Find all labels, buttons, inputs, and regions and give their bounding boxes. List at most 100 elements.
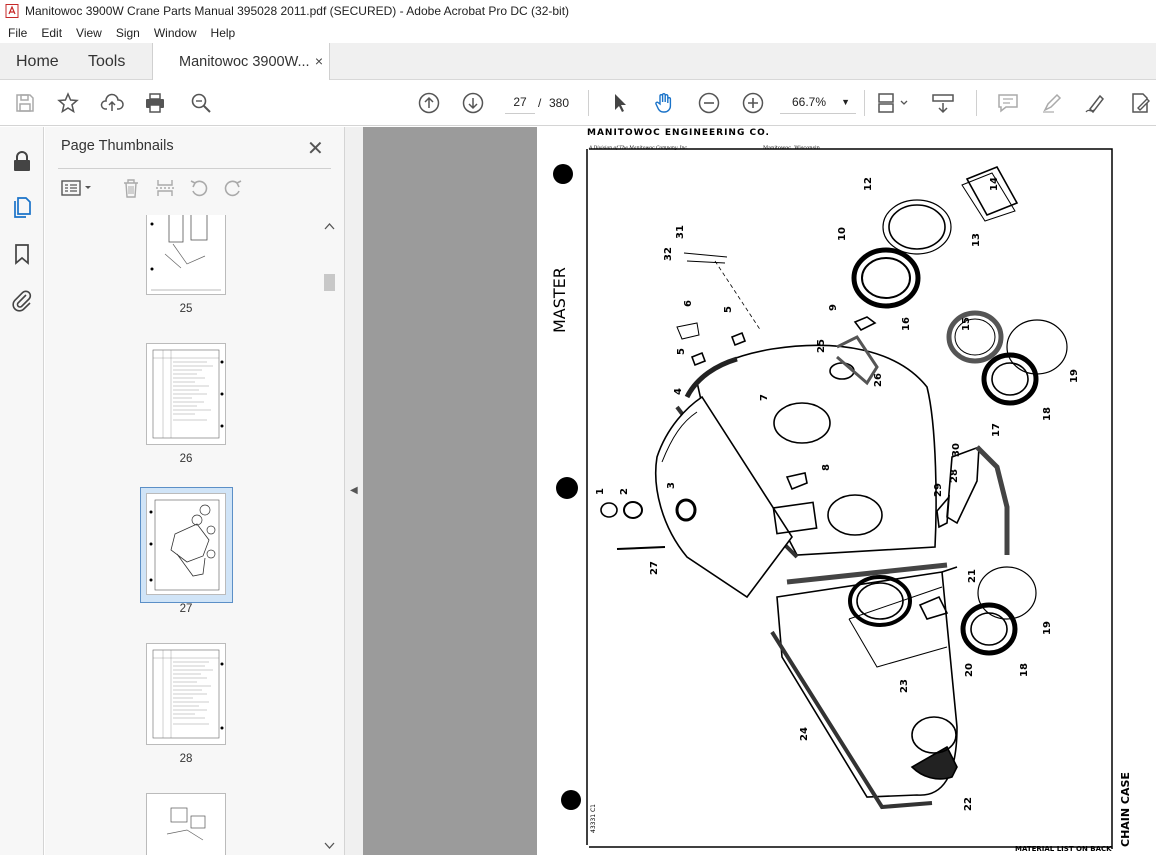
hand-tool-icon[interactable] bbox=[652, 91, 676, 115]
part-callout: 16 bbox=[901, 317, 912, 331]
tab-document[interactable]: Manitowoc 3900W... × bbox=[152, 43, 330, 81]
menu-view[interactable]: View bbox=[69, 26, 109, 40]
thumbnail-label-26: 26 bbox=[179, 453, 193, 465]
part-callout: 12 bbox=[863, 177, 874, 191]
comment-icon[interactable] bbox=[996, 91, 1020, 115]
page-number-input[interactable]: 27 bbox=[505, 90, 535, 114]
part-callout: 14 bbox=[989, 177, 1000, 191]
thumbnail-list: 25 26 27 28 bbox=[45, 215, 325, 855]
tab-tools[interactable]: Tools bbox=[88, 43, 125, 80]
thumbnail-label-28: 28 bbox=[179, 753, 193, 765]
page-display-icon[interactable] bbox=[876, 91, 910, 115]
menu-file[interactable]: File bbox=[0, 26, 34, 40]
panel-title: Page Thumbnails bbox=[61, 138, 174, 154]
doc-footer: MATERIAL LIST ON BACK bbox=[1015, 845, 1112, 853]
part-callout: 2 bbox=[619, 488, 630, 495]
menu-sign[interactable]: Sign bbox=[109, 26, 147, 40]
rotate-left-icon[interactable] bbox=[188, 177, 210, 199]
part-callout: 26 bbox=[873, 373, 884, 387]
page-thumbnails-panel: Page Thumbnails ✕ 25 26 27 28 bbox=[45, 127, 345, 855]
doc-side-label: MASTER bbox=[550, 267, 569, 333]
scroll-down-icon[interactable] bbox=[324, 841, 335, 851]
thumbnail-page-29[interactable] bbox=[146, 793, 226, 855]
acrobat-icon bbox=[5, 4, 19, 18]
part-callout: 22 bbox=[963, 797, 974, 811]
insert-page-icon[interactable] bbox=[154, 177, 176, 199]
doc-figure-label: CHAIN CASE bbox=[1119, 772, 1132, 847]
part-callout: 19 bbox=[1069, 369, 1080, 383]
edit-pdf-icon[interactable] bbox=[1128, 91, 1152, 115]
part-callout: 31 bbox=[675, 225, 686, 239]
scroll-up-icon[interactable] bbox=[324, 221, 335, 231]
part-callout: 7 bbox=[759, 394, 770, 401]
doc-subheader-right: Manitowoc, Wisconsin bbox=[763, 145, 821, 151]
collapse-panel-icon[interactable]: ◀ bbox=[350, 485, 358, 496]
main-toolbar bbox=[0, 80, 1156, 126]
part-callout: 18 bbox=[1019, 663, 1030, 677]
doc-header: MANITOWOC ENGINEERING CO. bbox=[587, 128, 770, 138]
part-callout: 28 bbox=[949, 469, 960, 483]
part-callout: 10 bbox=[837, 227, 848, 241]
select-arrow-icon[interactable] bbox=[608, 91, 632, 115]
menu-edit[interactable]: Edit bbox=[34, 26, 69, 40]
save-icon[interactable] bbox=[13, 91, 37, 115]
window-titlebar: Manitowoc 3900W Crane Parts Manual 39502… bbox=[0, 0, 1156, 22]
thumbnail-options-icon[interactable] bbox=[60, 177, 94, 199]
thumbnail-page-26[interactable] bbox=[146, 343, 226, 445]
print-icon[interactable] bbox=[143, 91, 167, 115]
page-thumbnails-icon[interactable] bbox=[10, 195, 34, 219]
scroll-mode-icon[interactable] bbox=[931, 91, 955, 115]
bookmark-star-icon[interactable] bbox=[56, 91, 80, 115]
thumbnail-label-25: 25 bbox=[179, 303, 193, 315]
zoom-out-icon[interactable] bbox=[697, 91, 721, 115]
left-rail bbox=[0, 127, 44, 855]
panel-splitter[interactable]: ◀ bbox=[345, 127, 363, 855]
tab-bar: Home Tools Manitowoc 3900W... × bbox=[0, 43, 1156, 81]
part-callout: 6 bbox=[683, 300, 694, 307]
find-zoom-icon[interactable] bbox=[189, 91, 213, 115]
thumbnail-page-25[interactable] bbox=[146, 215, 226, 295]
part-callout: 1 bbox=[595, 488, 606, 495]
close-icon[interactable]: ✕ bbox=[307, 136, 324, 161]
pdf-page: MANITOWOC ENGINEERING CO. A Division of … bbox=[537, 127, 1156, 855]
attachment-icon[interactable] bbox=[10, 288, 34, 312]
sign-icon[interactable] bbox=[1084, 91, 1108, 115]
part-callout: 32 bbox=[663, 247, 674, 261]
upload-icon[interactable] bbox=[100, 91, 124, 115]
page-separator: / bbox=[538, 96, 542, 110]
part-callout: 21 bbox=[967, 569, 978, 583]
part-callout: 23 bbox=[899, 679, 910, 693]
page-down-icon[interactable] bbox=[461, 91, 485, 115]
part-callout: 3 bbox=[666, 482, 677, 489]
chevron-down-icon: ▼ bbox=[841, 97, 850, 107]
zoom-select[interactable]: 66.7% ▼ bbox=[780, 90, 856, 114]
part-callout: 15 bbox=[961, 317, 972, 331]
part-callout: 20 bbox=[964, 663, 975, 677]
zoom-in-icon[interactable] bbox=[741, 91, 765, 115]
delete-page-icon[interactable] bbox=[120, 177, 142, 199]
rotate-right-icon[interactable] bbox=[222, 177, 244, 199]
parts-diagram: MANITOWOC ENGINEERING CO. A Division of … bbox=[550, 128, 1132, 853]
part-callout: 25 bbox=[816, 339, 827, 353]
bookmark-icon[interactable] bbox=[10, 242, 34, 266]
zoom-value: 66.7% bbox=[792, 95, 827, 109]
part-callout: 9 bbox=[828, 304, 839, 311]
part-callout: 5 bbox=[676, 348, 687, 355]
lock-icon[interactable] bbox=[10, 149, 34, 173]
page-up-icon[interactable] bbox=[417, 91, 441, 115]
tab-close-icon[interactable]: × bbox=[315, 53, 323, 69]
part-callout: 5 bbox=[723, 306, 734, 313]
tab-home[interactable]: Home bbox=[16, 43, 59, 80]
part-callout: 17 bbox=[991, 423, 1002, 437]
thumbnail-scrollbar[interactable] bbox=[322, 217, 337, 855]
menu-help[interactable]: Help bbox=[204, 26, 243, 40]
scroll-thumb[interactable] bbox=[324, 274, 335, 291]
page-total: 380 bbox=[549, 96, 570, 110]
thumbnail-page-27[interactable] bbox=[146, 493, 226, 595]
menu-window[interactable]: Window bbox=[147, 26, 204, 40]
thumbnail-page-28[interactable] bbox=[146, 643, 226, 745]
document-canvas[interactable]: MANITOWOC ENGINEERING CO. A Division of … bbox=[363, 127, 1156, 855]
highlight-icon[interactable] bbox=[1040, 91, 1064, 115]
window-title: Manitowoc 3900W Crane Parts Manual 39502… bbox=[25, 4, 570, 18]
part-callout: 8 bbox=[821, 464, 832, 471]
